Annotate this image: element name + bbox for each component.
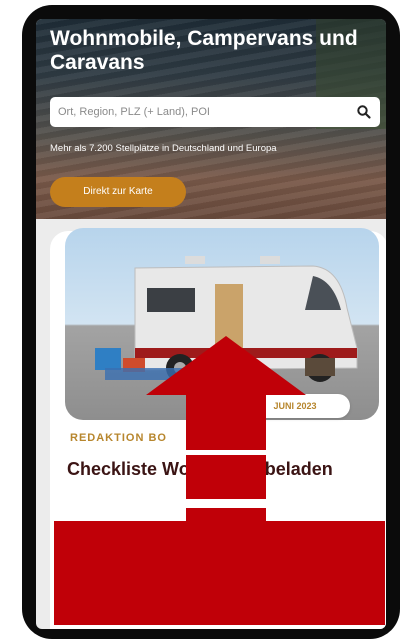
article-title[interactable]: Checkliste Wohnmobil beladen [67, 458, 367, 480]
article-image[interactable] [65, 228, 379, 420]
hero-section: Wohnmobile, Campervans und Caravans Mehr… [36, 19, 386, 219]
hero-title: Wohnmobile, Campervans und Caravans [50, 27, 358, 74]
hero-subtitle: Mehr als 7.200 Stellplätze in Deutschlan… [50, 143, 277, 154]
article-author: REDAKTION BO [70, 432, 167, 444]
search-input[interactable] [58, 97, 348, 127]
search-box[interactable] [50, 97, 380, 127]
search-icon[interactable] [356, 104, 372, 120]
camper-illustration [95, 256, 358, 382]
date-badge: JUNI 2023 [240, 394, 350, 418]
map-button[interactable]: Direkt zur Karte [50, 177, 186, 207]
